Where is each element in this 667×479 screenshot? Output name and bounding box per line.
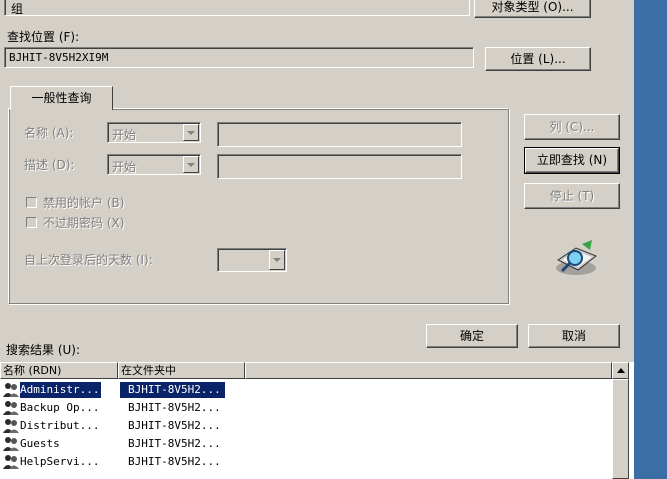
name-combo[interactable]: 开始 xyxy=(107,122,201,143)
table-row[interactable]: HelpServi... BJHIT-8V5H2... xyxy=(0,453,620,471)
location-button[interactable]: 位置 (L)... xyxy=(485,47,591,71)
scroll-thumb[interactable] xyxy=(612,379,629,479)
non-expiring-password-label: 不过期密码 (X) xyxy=(43,216,125,230)
scroll-up-button[interactable] xyxy=(612,362,629,379)
find-now-button[interactable]: 立即查找 (N) xyxy=(524,147,620,174)
row-folder: BJHIT-8V5H2... xyxy=(120,382,225,398)
object-type-field: 组 xyxy=(4,0,470,16)
disabled-accounts-checkbox[interactable] xyxy=(26,197,37,208)
chevron-down-icon[interactable] xyxy=(183,124,199,141)
description-combo[interactable]: 开始 xyxy=(107,154,201,175)
row-folder: BJHIT-8V5H2... xyxy=(128,419,221,432)
days-since-logon-combo[interactable] xyxy=(217,248,287,272)
chevron-down-icon[interactable] xyxy=(269,250,285,270)
search-results-label: 搜索结果 (U): xyxy=(6,343,81,357)
table-row[interactable]: Administr... BJHIT-8V5H2... xyxy=(0,381,620,399)
ok-button[interactable]: 确定 xyxy=(426,324,518,348)
object-types-button[interactable]: 对象类型 (O)... xyxy=(474,0,591,18)
users-group-icon xyxy=(3,419,19,433)
non-expiring-password-checkbox[interactable] xyxy=(26,217,37,228)
table-row[interactable]: Distribut... BJHIT-8V5H2... xyxy=(0,417,620,435)
magnifier-icon xyxy=(556,240,597,275)
users-group-icon xyxy=(3,383,19,397)
users-group-icon xyxy=(3,455,19,469)
row-name: Guests xyxy=(20,437,60,450)
column-header-folder[interactable]: 在文件夹中 xyxy=(118,362,245,379)
name-input[interactable] xyxy=(217,122,462,147)
find-in-label: 查找位置 (F): xyxy=(7,30,80,44)
row-name: Administr... xyxy=(20,382,102,398)
row-folder: BJHIT-8V5H2... xyxy=(128,455,221,468)
row-folder: BJHIT-8V5H2... xyxy=(128,437,221,450)
stop-button[interactable]: 停止 (T) xyxy=(524,183,620,209)
row-name: HelpServi... xyxy=(20,455,100,468)
column-header-name[interactable]: 名称 (RDN) xyxy=(0,362,118,379)
name-label: 名称 (A): xyxy=(24,126,74,140)
days-since-logon-label: 自上次登录后的天数 (I): xyxy=(24,253,153,267)
table-row[interactable]: Guests BJHIT-8V5H2... xyxy=(0,435,620,453)
triangle-up-icon xyxy=(616,368,625,373)
disabled-accounts-label: 禁用的帐户 (B) xyxy=(43,196,125,210)
results-list[interactable]: 名称 (RDN) 在文件夹中 Administr... BJHIT-8V5H2.… xyxy=(0,362,634,479)
find-in-field: BJHIT-8V5H2XI9M xyxy=(4,47,474,68)
description-label: 描述 (D): xyxy=(24,158,75,172)
vertical-scrollbar[interactable] xyxy=(612,362,629,479)
users-group-icon xyxy=(3,401,19,415)
table-row[interactable]: Backup Op... BJHIT-8V5H2... xyxy=(0,399,620,417)
row-folder: BJHIT-8V5H2... xyxy=(128,401,221,414)
columns-button[interactable]: 列 (C)... xyxy=(524,114,620,140)
desktop-background xyxy=(634,0,667,479)
description-input[interactable] xyxy=(217,154,462,179)
chevron-down-icon[interactable] xyxy=(183,156,199,173)
tab-general-query[interactable]: 一般性查询 xyxy=(10,86,113,110)
cancel-button[interactable]: 取消 xyxy=(528,324,620,348)
users-group-icon xyxy=(3,437,19,451)
row-name: Distribut... xyxy=(20,419,100,432)
column-header-filler xyxy=(245,362,612,379)
row-name: Backup Op... xyxy=(20,401,100,414)
